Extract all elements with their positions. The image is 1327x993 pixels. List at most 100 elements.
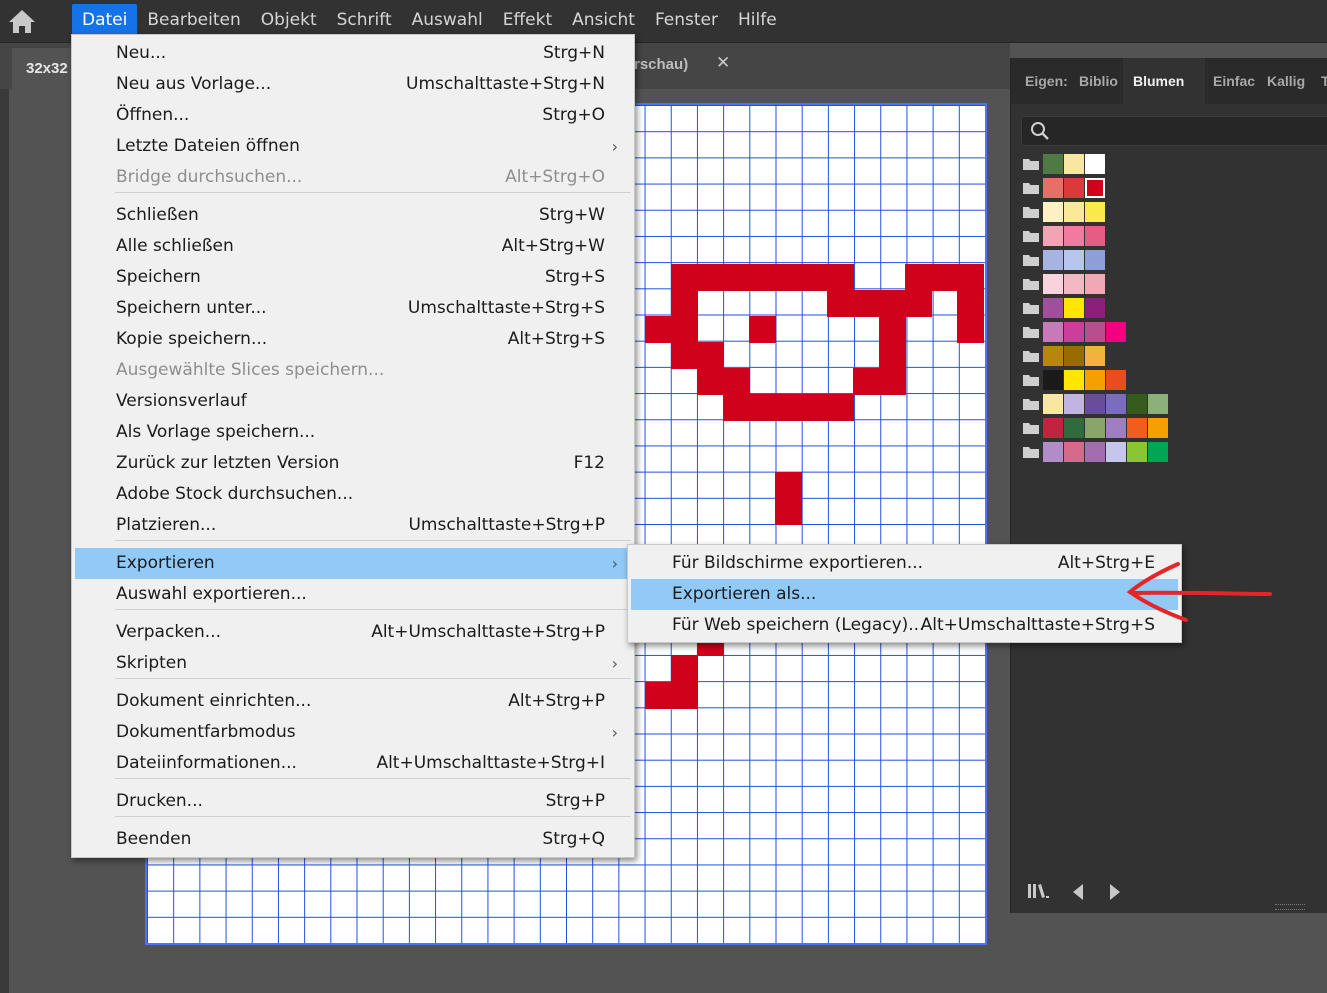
menu-item-kopie-speichern[interactable]: Kopie speichern... Alt+Strg+S <box>75 324 631 355</box>
menu-item-verpacken[interactable]: Verpacken... Alt+Umschalttaste+Strg+P <box>75 617 631 648</box>
menu-auswahl[interactable]: Auswahl <box>402 4 493 36</box>
folder-icon[interactable] <box>1023 254 1039 266</box>
close-icon[interactable]: ✕ <box>716 53 730 73</box>
color-swatch[interactable] <box>1106 442 1126 462</box>
color-swatch[interactable] <box>1085 226 1105 246</box>
color-swatch[interactable] <box>1106 370 1126 390</box>
folder-icon[interactable] <box>1023 158 1039 170</box>
library-icon[interactable] <box>1027 881 1051 901</box>
menu-item-öffnen[interactable]: Öffnen... Strg+O <box>75 100 631 131</box>
color-swatch[interactable] <box>1085 370 1105 390</box>
color-swatch[interactable] <box>1085 442 1105 462</box>
color-swatch[interactable] <box>1085 202 1105 222</box>
menu-item-zurück-zur-letzten-version[interactable]: Zurück zur letzten Version F12 <box>75 448 631 479</box>
panel-resize-grip[interactable] <box>1275 904 1305 910</box>
color-swatch[interactable] <box>1148 442 1168 462</box>
color-swatch[interactable] <box>1085 418 1105 438</box>
menu-item-dokument-einrichten[interactable]: Dokument einrichten... Alt+Strg+P <box>75 686 631 717</box>
menu-item-skripten[interactable]: Skripten › <box>75 648 631 679</box>
color-swatch[interactable] <box>1043 418 1063 438</box>
color-swatch[interactable] <box>1106 322 1126 342</box>
color-swatch[interactable] <box>1043 154 1063 174</box>
menu-item-drucken[interactable]: Drucken... Strg+P <box>75 786 631 817</box>
color-swatch[interactable] <box>1127 418 1147 438</box>
submenu-item-für-web-speichern-legacy[interactable]: Für Web speichern (Legacy)... Alt+Umschal… <box>631 610 1178 641</box>
submenu-item-exportieren-als[interactable]: Exportieren als... <box>631 579 1178 610</box>
color-swatch[interactable] <box>1064 154 1084 174</box>
menu-item-schließen[interactable]: Schließen Strg+W <box>75 200 631 231</box>
color-swatch[interactable] <box>1127 442 1147 462</box>
folder-icon[interactable] <box>1023 350 1039 362</box>
color-swatch[interactable] <box>1064 274 1084 294</box>
folder-icon[interactable] <box>1023 374 1039 386</box>
color-swatch[interactable] <box>1064 250 1084 270</box>
menu-item-exportieren[interactable]: Exportieren › <box>75 548 631 579</box>
folder-icon[interactable] <box>1023 398 1039 410</box>
menu-item-speichern-unter[interactable]: Speichern unter... Umschalttaste+Strg+S <box>75 293 631 324</box>
color-swatch[interactable] <box>1043 394 1063 414</box>
color-swatch[interactable] <box>1043 322 1063 342</box>
menu-bearbeiten[interactable]: Bearbeiten <box>137 4 250 36</box>
folder-icon[interactable] <box>1023 278 1039 290</box>
menu-ansicht[interactable]: Ansicht <box>562 4 645 36</box>
color-swatch[interactable] <box>1064 346 1084 366</box>
folder-icon[interactable] <box>1023 422 1039 434</box>
folder-icon[interactable] <box>1023 230 1039 242</box>
color-swatch[interactable] <box>1085 178 1105 198</box>
color-swatch[interactable] <box>1085 394 1105 414</box>
color-swatch[interactable] <box>1064 322 1084 342</box>
folder-icon[interactable] <box>1023 302 1039 314</box>
panel-tab-eigen[interactable]: Eigen: <box>1025 73 1068 89</box>
menu-fenster[interactable]: Fenster <box>645 4 728 36</box>
color-swatch[interactable] <box>1043 250 1063 270</box>
menu-item-dokumentfarbmodus[interactable]: Dokumentfarbmodus › <box>75 717 631 748</box>
panel-tab-einfac[interactable]: Einfac <box>1213 73 1255 89</box>
prev-icon[interactable] <box>1071 883 1085 901</box>
color-swatch[interactable] <box>1064 226 1084 246</box>
folder-icon[interactable] <box>1023 446 1039 458</box>
menu-item-speichern[interactable]: Speichern Strg+S <box>75 262 631 293</box>
menu-hilfe[interactable]: Hilfe <box>728 4 787 36</box>
color-swatch[interactable] <box>1085 154 1105 174</box>
menu-item-platzieren[interactable]: Platzieren... Umschalttaste+Strg+P <box>75 510 631 541</box>
menu-item-alle-schließen[interactable]: Alle schließen Alt+Strg+W <box>75 231 631 262</box>
color-swatch[interactable] <box>1106 418 1126 438</box>
menu-objekt[interactable]: Objekt <box>251 4 327 36</box>
menu-item-adobe-stock-durchsuchen[interactable]: Adobe Stock durchsuchen... <box>75 479 631 510</box>
folder-icon[interactable] <box>1023 182 1039 194</box>
menu-schrift[interactable]: Schrift <box>327 4 402 36</box>
menu-item-beenden[interactable]: Beenden Strg+Q <box>75 824 631 855</box>
menu-item-neu-aus-vorlage[interactable]: Neu aus Vorlage... Umschalttaste+Strg+N <box>75 69 631 100</box>
color-swatch[interactable] <box>1085 298 1105 318</box>
color-swatch[interactable] <box>1064 298 1084 318</box>
menu-item-dateiinformationen[interactable]: Dateiinformationen... Alt+Umschalttaste+S… <box>75 748 631 779</box>
submenu-item-für-bildschirme-exportieren[interactable]: Für Bildschirme exportieren... Alt+Strg+E <box>631 548 1178 579</box>
menu-item-als-vorlage-speichern[interactable]: Als Vorlage speichern... <box>75 417 631 448</box>
color-swatch[interactable] <box>1043 346 1063 366</box>
color-swatch[interactable] <box>1043 202 1063 222</box>
panel-tab-kallig[interactable]: Kallig <box>1267 73 1305 89</box>
color-swatch[interactable] <box>1043 274 1063 294</box>
menu-datei[interactable]: Datei <box>72 4 138 36</box>
menu-item-letzte-dateien-öffnen[interactable]: Letzte Dateien öffnen › <box>75 131 631 162</box>
tab-document-preview[interactable]: rschau) ✕ <box>630 43 750 89</box>
panel-tab-blumen[interactable]: Blumen <box>1133 73 1184 89</box>
color-swatch[interactable] <box>1085 346 1105 366</box>
color-swatch[interactable] <box>1064 370 1084 390</box>
color-swatch[interactable] <box>1064 418 1084 438</box>
color-swatch[interactable] <box>1043 298 1063 318</box>
color-swatch[interactable] <box>1085 250 1105 270</box>
color-swatch[interactable] <box>1043 226 1063 246</box>
color-swatch[interactable] <box>1064 394 1084 414</box>
menu-effekt[interactable]: Effekt <box>493 4 562 36</box>
color-swatch[interactable] <box>1064 178 1084 198</box>
next-icon[interactable] <box>1108 883 1122 901</box>
menu-item-neu[interactable]: Neu... Strg+N <box>75 38 631 69</box>
swatch-search-field[interactable] <box>1021 116 1327 146</box>
color-swatch[interactable] <box>1064 442 1084 462</box>
panel-tab-biblio[interactable]: Biblio <box>1079 73 1118 89</box>
menu-item-versionsverlauf[interactable]: Versionsverlauf <box>75 386 631 417</box>
color-swatch[interactable] <box>1064 202 1084 222</box>
home-button[interactable] <box>6 6 38 36</box>
color-swatch[interactable] <box>1106 394 1126 414</box>
